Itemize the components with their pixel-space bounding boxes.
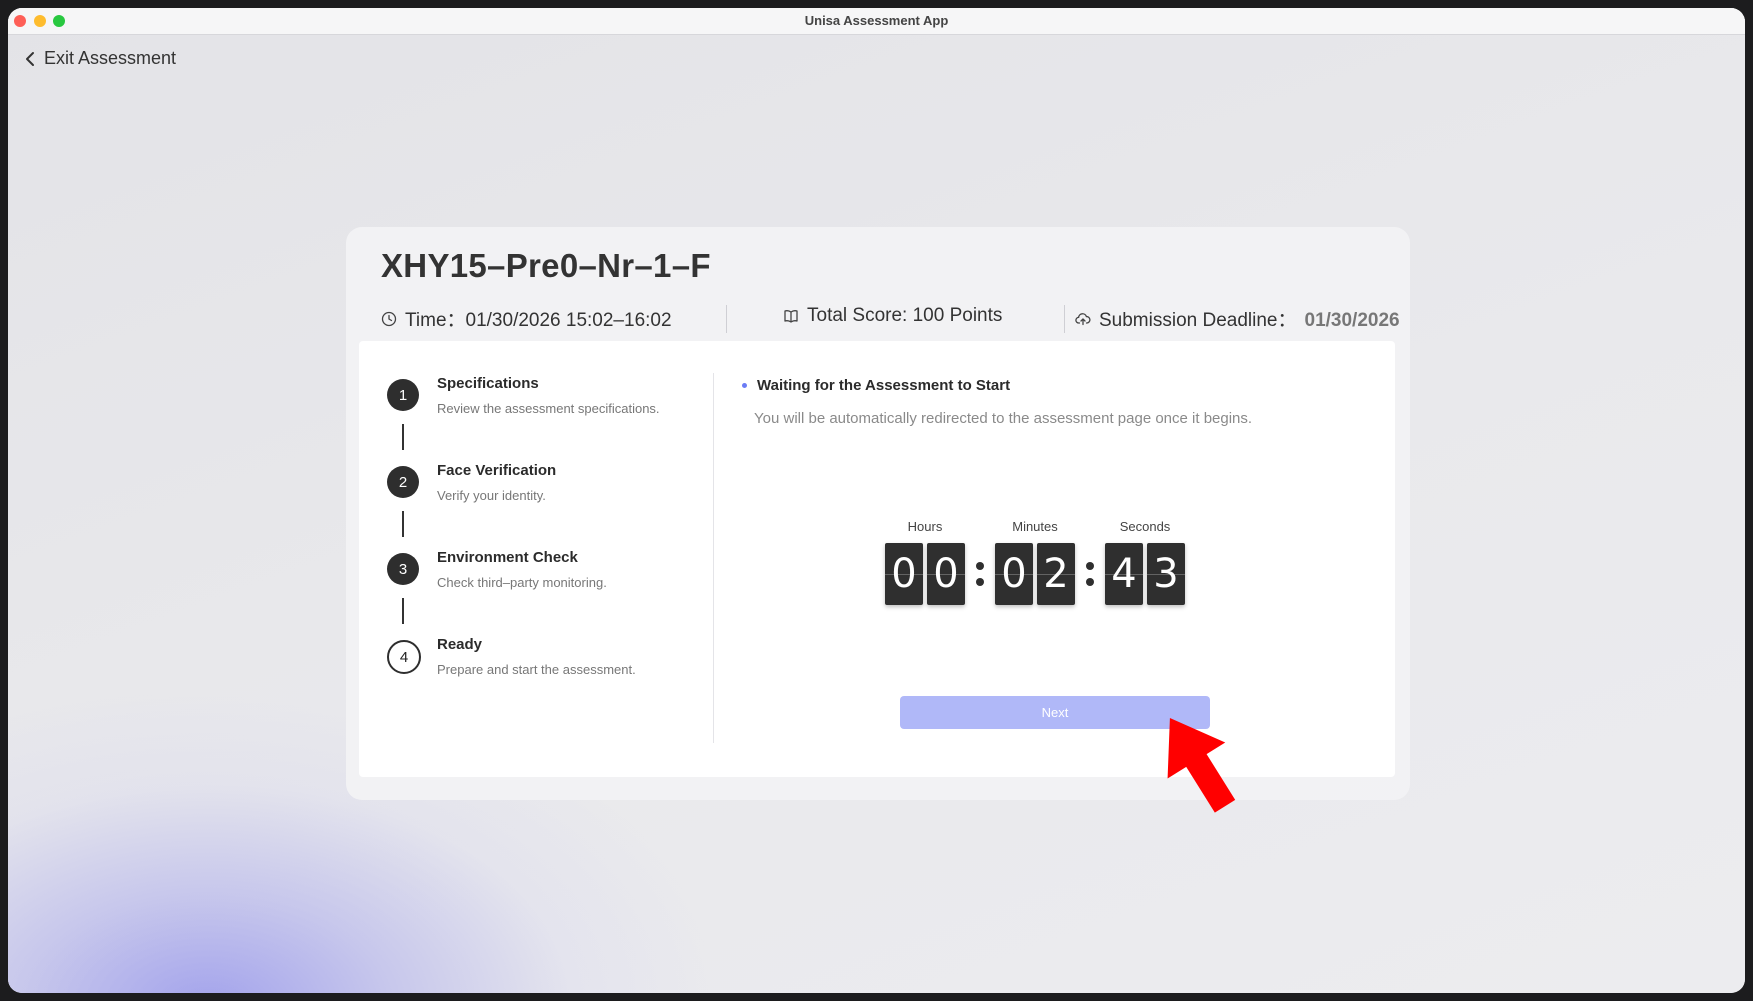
step-title: Specifications xyxy=(437,375,539,392)
assessment-card: XHY15–Pre0–Nr–1–F Time：01/30/2026 15:02–… xyxy=(346,227,1410,800)
countdown-seconds-label: Seconds xyxy=(1119,519,1171,534)
step-description: Review the assessment specifications. xyxy=(437,401,660,416)
step-item: 3 Environment Check Check third–party mo… xyxy=(387,549,707,636)
assessment-time-label: Time：01/30/2026 15:02–16:02 xyxy=(405,310,672,331)
step-item: 4 Ready Prepare and start the assessment… xyxy=(387,636,707,723)
window-title: Unisa Assessment App xyxy=(804,13,949,28)
assessment-time: Time：01/30/2026 15:02–16:02 xyxy=(381,305,672,332)
submission-deadline-value: 01/30/2026 xyxy=(1304,309,1400,331)
status-heading-text: Waiting for the Assessment to Start xyxy=(757,377,1011,394)
submission-deadline-label: Submission Deadline： xyxy=(1099,310,1297,331)
countdown-digit: 0 xyxy=(927,543,965,605)
step-title: Environment Check xyxy=(437,549,578,566)
countdown-digit: 0 xyxy=(995,543,1033,605)
meta-divider xyxy=(726,305,727,333)
status-dot-icon xyxy=(742,383,747,388)
countdown-hours-label: Hours xyxy=(907,519,943,534)
step-description: Check third–party monitoring. xyxy=(437,575,607,590)
step-title: Ready xyxy=(437,636,483,653)
title-bar: Unisa Assessment App xyxy=(8,8,1745,35)
countdown-timer: Hours 0 0 Minutes 0 2 Seconds 4 3 xyxy=(885,519,1185,605)
exit-assessment-label: Exit Assessment xyxy=(44,48,177,68)
exit-assessment-button[interactable]: Exit Assessment xyxy=(24,48,176,69)
countdown-hours: Hours 0 0 xyxy=(885,519,965,605)
app-window: Unisa Assessment App Exit Assessment XHY… xyxy=(8,8,1745,993)
chevron-left-icon xyxy=(26,51,34,66)
countdown-minutes-label: Minutes xyxy=(1012,519,1058,534)
red-arrow-annotation-icon xyxy=(1167,718,1236,813)
assessment-score-label: Total Score: 100 Points xyxy=(807,305,1003,326)
step-description: Verify your identity. xyxy=(437,488,546,503)
steps-list: 1 Specifications Review the assessment s… xyxy=(387,375,707,723)
book-icon xyxy=(784,310,798,323)
step-item: 2 Face Verification Verify your identity… xyxy=(387,462,707,549)
countdown-digit: 0 xyxy=(885,543,923,605)
meta-divider xyxy=(1064,305,1065,333)
assessment-score: Total Score: 100 Points xyxy=(783,305,1002,327)
countdown-separator xyxy=(1075,543,1105,605)
countdown-separator xyxy=(965,543,995,605)
countdown-minutes: Minutes 0 2 xyxy=(995,519,1075,605)
step-connector xyxy=(402,424,404,450)
cloud-upload-icon xyxy=(1075,312,1091,325)
panel-divider xyxy=(713,373,714,743)
step-number: 1 xyxy=(387,379,419,411)
step-number: 3 xyxy=(387,553,419,585)
countdown-digit: 4 xyxy=(1105,543,1143,605)
status-message: You will be automatically redirected to … xyxy=(754,410,1253,427)
countdown-seconds: Seconds 4 3 xyxy=(1105,519,1185,605)
step-connector xyxy=(402,511,404,537)
step-number: 2 xyxy=(387,466,419,498)
countdown-digit: 2 xyxy=(1037,543,1075,605)
step-description: Prepare and start the assessment. xyxy=(437,662,636,677)
submission-deadline: Submission Deadline： 01/30/2026 xyxy=(1075,305,1400,332)
assessment-panel: 1 Specifications Review the assessment s… xyxy=(359,341,1395,777)
assessment-title: XHY15–Pre0–Nr–1–F xyxy=(381,247,711,284)
status-heading: Waiting for the Assessment to Start xyxy=(742,377,1010,394)
step-title: Face Verification xyxy=(437,462,557,479)
step-item: 1 Specifications Review the assessment s… xyxy=(387,375,707,462)
clock-icon xyxy=(381,311,397,326)
countdown-digit: 3 xyxy=(1147,543,1185,605)
step-number: 4 xyxy=(387,640,421,674)
step-connector xyxy=(402,598,404,624)
